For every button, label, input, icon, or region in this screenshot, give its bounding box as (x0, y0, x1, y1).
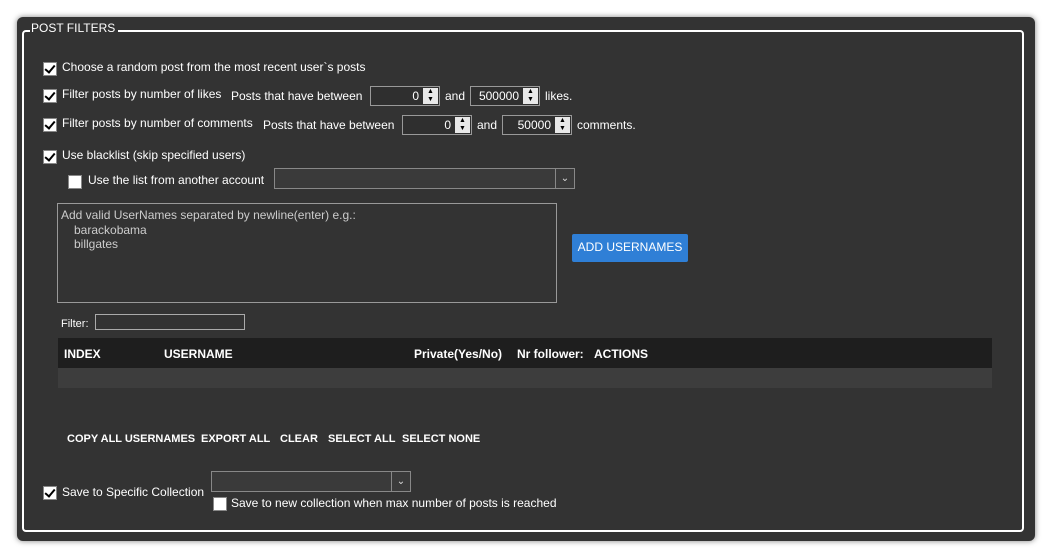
likes-filter-checkbox[interactable] (43, 89, 57, 103)
usernames-example: barackobama (74, 223, 147, 237)
usernames-hint: Add valid UserNames separated by newline… (61, 208, 356, 222)
down-arrow-icon[interactable]: ▼ (423, 96, 438, 104)
chevron-down-icon[interactable]: ⌄ (391, 472, 410, 491)
likes-max-stepper[interactable]: 500000 ▲ ▼ (470, 86, 540, 106)
up-arrow-icon[interactable]: ▲ (555, 117, 570, 125)
new-collection-label: Save to new collection when max number o… (231, 496, 557, 510)
column-followers[interactable]: Nr follower: (517, 347, 584, 361)
other-account-label: Use the list from another account (88, 173, 265, 187)
down-arrow-icon[interactable]: ▼ (555, 125, 570, 133)
column-index[interactable]: INDEX (64, 347, 101, 361)
clear-button[interactable]: CLEAR (280, 433, 318, 445)
table-body (58, 368, 992, 388)
random-post-checkbox[interactable] (43, 62, 57, 76)
blacklist-label: Use blacklist (skip specified users) (62, 148, 246, 162)
likes-between-label: Posts that have between (231, 89, 363, 103)
export-all-button[interactable]: EXPORT ALL (201, 433, 270, 445)
select-none-button[interactable]: SELECT NONE (402, 433, 480, 445)
down-arrow-icon[interactable]: ▼ (455, 125, 470, 133)
comments-between-label: Posts that have between (263, 118, 395, 132)
new-collection-checkbox[interactable] (213, 497, 227, 511)
up-arrow-icon[interactable]: ▲ (523, 88, 538, 96)
table-header: INDEX USERNAME Private(Yes/No) Nr follow… (58, 338, 992, 368)
other-account-checkbox[interactable] (68, 175, 82, 189)
chevron-down-icon[interactable]: ⌄ (555, 169, 574, 188)
likes-filter-label: Filter posts by number of likes (62, 87, 222, 101)
comments-min-stepper[interactable]: 0 ▲ ▼ (402, 115, 472, 135)
group-title: POST FILTERS (30, 21, 119, 35)
collection-checkbox[interactable] (43, 486, 57, 500)
usernames-example: billgates (74, 237, 119, 251)
select-all-button[interactable]: SELECT ALL (328, 433, 395, 445)
comments-filter-label: Filter posts by number of comments (62, 116, 253, 130)
collection-dropdown[interactable]: ⌄ (211, 471, 411, 492)
other-account-dropdown[interactable]: ⌄ (274, 168, 575, 189)
column-username[interactable]: USERNAME (164, 347, 233, 361)
comments-max-stepper[interactable]: 50000 ▲ ▼ (502, 115, 572, 135)
add-usernames-button[interactable]: ADD USERNAMES (572, 234, 688, 262)
likes-min-stepper[interactable]: 0 ▲ ▼ (370, 86, 440, 106)
down-arrow-icon[interactable]: ▼ (523, 96, 538, 104)
up-arrow-icon[interactable]: ▲ (455, 117, 470, 125)
comments-filter-checkbox[interactable] (43, 118, 57, 132)
column-actions[interactable]: ACTIONS (594, 347, 648, 361)
likes-and-label: and (445, 89, 466, 103)
filter-input[interactable] (95, 314, 245, 330)
column-private[interactable]: Private(Yes/No) (414, 347, 502, 361)
up-arrow-icon[interactable]: ▲ (423, 88, 438, 96)
comments-unit: comments. (577, 118, 636, 132)
usernames-textarea[interactable]: Add valid UserNames separated by newline… (57, 203, 557, 303)
comments-and-label: and (477, 118, 498, 132)
blacklist-checkbox[interactable] (43, 150, 57, 164)
collection-label: Save to Specific Collection (62, 485, 205, 499)
random-post-label: Choose a random post from the most recen… (62, 60, 366, 74)
filter-label: Filter: (61, 318, 89, 330)
likes-unit: likes. (545, 89, 573, 103)
copy-all-usernames-button[interactable]: COPY ALL USERNAMES (67, 433, 195, 445)
